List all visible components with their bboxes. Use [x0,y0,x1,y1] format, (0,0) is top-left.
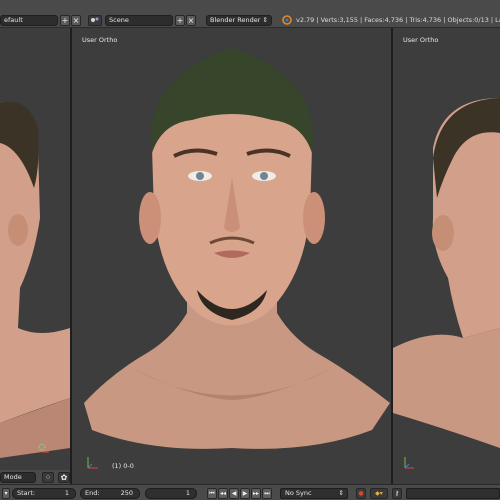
keying-settings-button[interactable]: ⚷ [392,488,402,499]
mode-label: Mode [4,473,22,481]
chevron-updown-icon: ⇕ [338,489,344,497]
scene-icon[interactable] [88,15,102,26]
plus-icon: + [61,16,69,25]
chevron-updown-icon: ⇕ [262,16,268,24]
scene-field[interactable]: Scene [105,15,173,26]
left-viewport-header: Mode ⁘ ✿ [0,470,70,484]
key-icon: ⚷ [394,490,400,497]
end-value: 250 [120,489,133,497]
blender-logo-icon [282,15,292,25]
jump-start-button[interactable]: ⏮ [207,488,217,499]
close-icon: × [72,16,80,25]
prev-keyframe-icon: ◂◂ [219,490,227,497]
play-button[interactable]: ▶ [240,488,250,499]
render-engine-dropdown[interactable]: Blender Render ⇕ [206,15,272,26]
viewport-left[interactable] [0,28,70,484]
play-reverse-icon: ◀ [231,490,237,497]
frame-indicator-center: (1) 0-0 [112,462,134,470]
start-frame-field[interactable]: Start: 1 [12,488,76,499]
screen-layout-label: efault [4,16,23,24]
keyframe-icon: ◆▾ [375,490,383,497]
start-label: Start: [17,489,36,497]
prev-keyframe-button[interactable]: ◂◂ [218,488,228,499]
end-label: End: [85,489,100,497]
sync-label: No Sync [285,489,312,497]
record-button[interactable]: ● [356,488,366,499]
scene-label: Scene [109,16,129,24]
delete-layout-button[interactable]: × [71,15,81,26]
next-keyframe-button[interactable]: ▸▸ [251,488,261,499]
scene-statistics: v2.79 | Verts:3,155 | Faces:4,736 | Tris… [296,16,500,24]
current-frame-field[interactable]: 1 [145,488,197,499]
current-frame-value: 1 [185,489,190,497]
info-header: efault + × Scene + × Blender Render ⇕ v2.… [0,0,500,28]
jump-end-icon: ⏭ [264,490,270,497]
add-scene-button[interactable]: + [175,15,185,26]
plus-icon: + [176,16,184,25]
timeline-header: ▾ Start: 1 End: 250 1 ⏮ ◂◂ ◀ ▶ ▸▸ ⏭ No Syn… [0,484,500,500]
render-engine-label: Blender Render [210,16,261,24]
mode-dropdown[interactable]: Mode [0,472,36,483]
screen-layout-field[interactable]: efault [0,15,58,26]
face-render-front [84,48,390,449]
pivot-icon[interactable]: ⁘ [42,472,54,483]
viewport-center[interactable]: User Ortho (1) 0-0 [72,28,391,484]
keying-set-field[interactable] [406,488,500,499]
axis-gizmo-icon [34,438,50,456]
close-icon: × [187,16,195,25]
menu-icon[interactable]: ▾ [2,488,10,499]
viewport-right[interactable]: User Ortho [393,28,500,484]
end-frame-field[interactable]: End: 250 [80,488,140,499]
snap-icon[interactable]: ✿ [58,472,70,483]
add-layout-button[interactable]: + [60,15,70,26]
delete-scene-button[interactable]: × [186,15,196,26]
side-head-render-right [393,98,500,448]
play-icon: ▶ [242,490,248,497]
record-icon: ● [358,490,364,497]
jump-end-button[interactable]: ⏭ [262,488,272,499]
jump-start-icon: ⏮ [209,490,215,497]
start-value: 1 [64,489,69,497]
axis-gizmo-icon [84,454,100,472]
next-keyframe-icon: ▸▸ [252,490,260,497]
sync-dropdown[interactable]: No Sync ⇕ [280,488,348,499]
play-reverse-button[interactable]: ◀ [229,488,239,499]
side-head-render-left [0,101,70,458]
keying-set-button[interactable]: ◆▾ [370,488,388,499]
axis-gizmo-icon [399,454,415,472]
